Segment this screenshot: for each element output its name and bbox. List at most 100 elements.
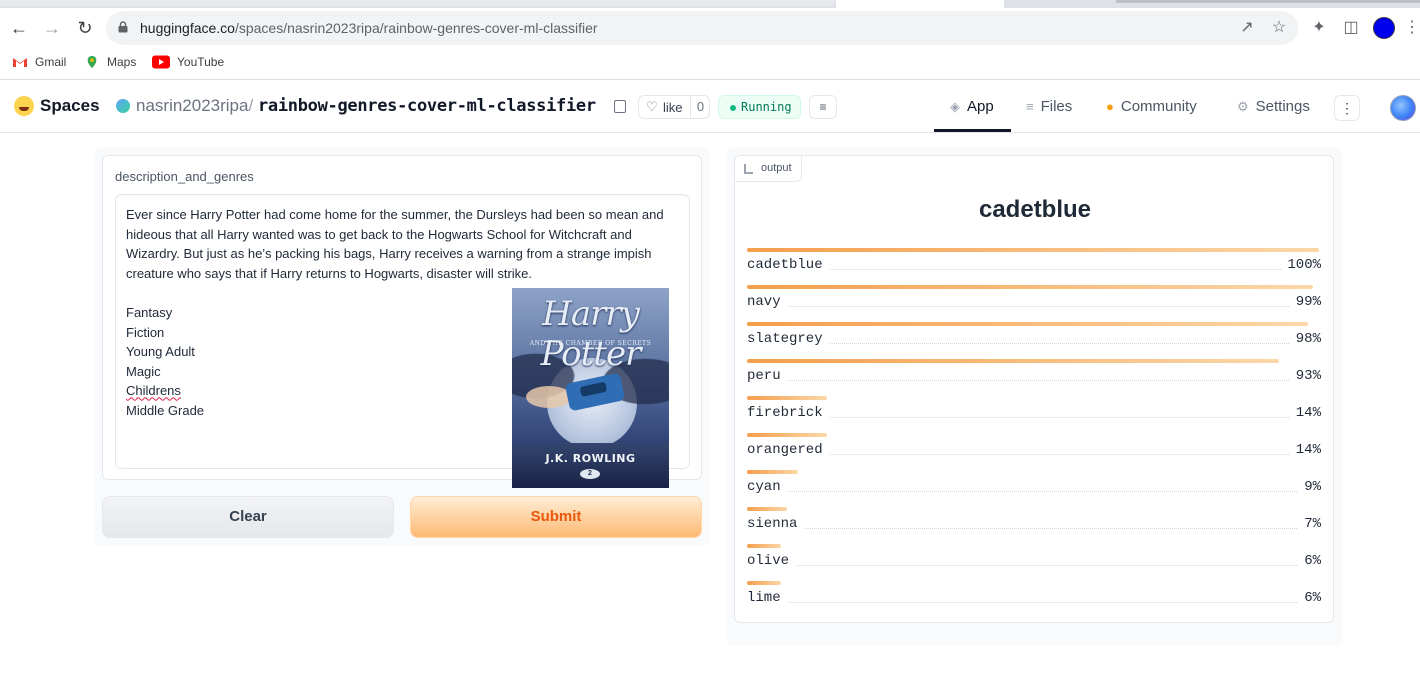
confidence-value: 99%	[1289, 294, 1321, 310]
share-icon[interactable]: ↗	[1238, 19, 1256, 37]
active-tab-indicator	[934, 129, 1011, 132]
confidence-bar	[747, 581, 781, 585]
copy-icon[interactable]	[614, 100, 626, 113]
like-count[interactable]: 0	[690, 96, 710, 118]
confidence-label: navy	[747, 294, 787, 310]
tab-label: Files	[1040, 98, 1073, 115]
confidence-row[interactable]: lime 6%	[747, 581, 1321, 618]
confidence-row[interactable]: navy 99%	[747, 285, 1321, 322]
bookmark-label: YouTube	[177, 55, 225, 69]
dotted-leader	[747, 491, 1321, 492]
confidence-list: cadetblue 100% navy 99% slategrey 98% peru 93% f…	[747, 248, 1321, 618]
tab-strip	[0, 0, 1420, 8]
browser-tab[interactable]	[1116, 0, 1420, 3]
more-options-button[interactable]: ⋮	[1334, 95, 1360, 121]
bookmark-label: Gmail	[35, 55, 67, 69]
bookmark-youtube[interactable]: YouTube	[152, 55, 224, 69]
bookmark-maps[interactable]: Maps	[84, 55, 136, 69]
like-button[interactable]: ♡ like 0	[638, 95, 710, 119]
menu-icon[interactable]: ⋮	[1403, 19, 1420, 37]
dotted-leader	[747, 602, 1321, 603]
bookmarks-bar: Gmail Maps YouTube	[0, 48, 1420, 80]
dotted-leader	[747, 269, 1321, 270]
genre-item: Childrens	[126, 383, 181, 399]
confidence-row[interactable]: cadetblue 100%	[747, 248, 1321, 285]
tab-community[interactable]: ● Community	[1106, 98, 1197, 115]
breadcrumb: nasrin2023ripa/	[136, 96, 253, 116]
youtube-icon	[152, 55, 170, 69]
genre-item: Fantasy	[126, 305, 173, 320]
confidence-bar	[747, 285, 1313, 289]
tab-label: Settings	[1255, 98, 1310, 115]
confidence-row[interactable]: slategrey 98%	[747, 322, 1321, 359]
output-tag: output	[735, 156, 802, 182]
lock-icon	[118, 21, 128, 33]
confidence-value: 14%	[1289, 405, 1321, 421]
browser-toolbar: ← → ↻ huggingface.co/spaces/nasrin2023ri…	[0, 8, 1420, 48]
forward-icon[interactable]: →	[42, 18, 62, 38]
tab-app[interactable]: ◈ App	[950, 98, 994, 115]
spaces-link[interactable]: Spaces	[40, 96, 100, 116]
reload-icon[interactable]: ↻	[75, 18, 95, 38]
owner-link[interactable]: nasrin2023ripa	[136, 96, 248, 115]
bookmark-gmail[interactable]: Gmail	[12, 55, 66, 69]
dotted-leader	[747, 343, 1321, 344]
heart-icon: ♡	[646, 99, 658, 114]
star-icon[interactable]: ☆	[1270, 19, 1288, 37]
genre-item: Middle Grade	[126, 402, 205, 418]
confidence-row[interactable]: cyan 9%	[747, 470, 1321, 507]
confidence-value: 98%	[1289, 331, 1321, 347]
profile-avatar[interactable]	[1373, 17, 1395, 39]
community-icon: ●	[1106, 99, 1114, 114]
extensions-icon[interactable]: ✦	[1310, 19, 1328, 37]
confidence-row[interactable]: firebrick 14%	[747, 396, 1321, 433]
owner-avatar	[116, 99, 130, 113]
predicted-label: cadetblue	[978, 196, 1092, 223]
tab-label: App	[967, 98, 994, 115]
dotted-leader	[747, 454, 1321, 455]
clear-button[interactable]: Clear	[102, 496, 394, 538]
browser-tab-active[interactable]	[836, 0, 1004, 8]
cover-volume-badge: 2	[580, 469, 600, 479]
status-badge[interactable]: Running	[718, 95, 801, 119]
confidence-bar	[747, 544, 781, 548]
user-avatar[interactable]	[1390, 95, 1416, 121]
repo-name[interactable]: rainbow-genres-cover-ml-classifier	[258, 96, 596, 116]
confidence-bar	[747, 359, 1279, 363]
gmail-icon	[13, 58, 27, 67]
chart-icon	[744, 164, 753, 174]
genre-item: Young Adult	[126, 344, 195, 360]
sidepanel-icon[interactable]: ◫	[1342, 19, 1360, 37]
confidence-label: sienna	[747, 516, 804, 532]
logs-icon[interactable]: ≡	[809, 95, 837, 119]
confidence-label: slategrey	[747, 331, 829, 347]
cube-icon: ◈	[950, 98, 960, 114]
address-bar[interactable]: huggingface.co/spaces/nasrin2023ripa/rai…	[106, 11, 1298, 45]
submit-button[interactable]: Submit	[410, 496, 702, 538]
confidence-row[interactable]: olive 6%	[747, 544, 1321, 581]
confidence-value: 100%	[1281, 257, 1321, 273]
confidence-bar	[747, 507, 787, 511]
dotted-leader	[747, 417, 1321, 418]
label-output-block: output cadetblue cadetblue 100% navy 99% sla…	[734, 155, 1334, 623]
huggingface-logo-icon[interactable]	[14, 96, 34, 116]
confidence-row[interactable]: orangered 14%	[747, 433, 1321, 470]
dotted-leader	[747, 565, 1321, 566]
tab-files[interactable]: ≡ Files	[1026, 98, 1072, 115]
genre-item: Magic	[126, 363, 161, 379]
confidence-row[interactable]: sienna 7%	[747, 507, 1321, 544]
confidence-row[interactable]: peru 93%	[747, 359, 1321, 396]
tab-settings[interactable]: ⚙ Settings	[1237, 98, 1310, 115]
dotted-leader	[747, 528, 1321, 529]
book-cover-image: Harry Potter AND THE CHAMBER OF SECRETS …	[512, 288, 669, 488]
back-icon[interactable]: ←	[9, 18, 29, 38]
maps-icon	[87, 55, 97, 69]
url-path: /spaces/nasrin2023ripa/rainbow-genres-co…	[234, 20, 598, 36]
browser-tab[interactable]	[0, 0, 836, 6]
confidence-label: peru	[747, 368, 787, 384]
cover-title: Harry Potter	[540, 294, 642, 374]
confidence-bar	[747, 433, 827, 437]
genre-list: Fantasy Fiction Young Adult Magic Childr…	[126, 303, 204, 421]
confidence-label: lime	[747, 590, 787, 606]
status-text: Running	[741, 100, 792, 114]
